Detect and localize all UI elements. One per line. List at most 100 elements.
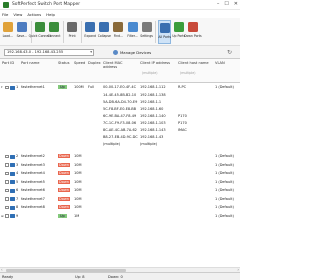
collapse-icon: [99, 22, 110, 32]
client-mac: 5C-F8-BF-E0-E8-BB: [103, 106, 137, 111]
collapse-button[interactable]: Collapse: [98, 20, 112, 44]
col-speed[interactable]: Speed: [74, 61, 85, 65]
client-subrow[interactable]: 14-4E-45-8B-B2-10 192.168.1.138: [0, 93, 240, 99]
port-id: 1: [16, 85, 19, 89]
row-checkbox[interactable]: [5, 180, 9, 184]
close-icon[interactable]: ✕: [234, 1, 238, 7]
row-checkbox[interactable]: [5, 188, 9, 192]
ip-range-input[interactable]: 192.168.43.0 - 192.168.43.255 ▾: [4, 49, 94, 56]
host-filter[interactable]: (multiple): [180, 71, 200, 77]
quick-connect-button[interactable]: Quick Connect: [29, 20, 51, 44]
client-ip: (multiple): [140, 142, 158, 146]
expand-row-icon[interactable]: ⊞: [1, 214, 4, 218]
port-speed: 10M: [74, 196, 82, 201]
row-checkbox[interactable]: [5, 171, 9, 175]
client-subrow[interactable]: 6C-9E-BA-47-F8-49 192.168.1.140 P170: [0, 114, 240, 120]
table-row[interactable]: ⊞ 9 Up 1M 1 (Default): [0, 213, 240, 220]
load-button[interactable]: Load...: [1, 20, 15, 44]
connect-label: Connect: [47, 33, 61, 38]
col-client-mac[interactable]: Client MAC address: [103, 61, 137, 69]
client-host: P170: [178, 120, 187, 125]
client-subrow[interactable]: 8C-AE-4C-AB-7A-62 192.168.1.143 IMAC: [0, 128, 240, 134]
port-icon: [10, 188, 15, 193]
toolbar-separator: [62, 21, 64, 43]
client-mac: 00-00-17-E0-4F-4C: [103, 85, 137, 89]
port-id: 4: [16, 171, 19, 175]
col-duplex[interactable]: Duplex: [88, 61, 101, 65]
toolbar-separator: [155, 21, 157, 43]
menu-help[interactable]: Help: [46, 12, 55, 17]
all-ports-button[interactable]: All Ports: [157, 20, 172, 44]
settings-button[interactable]: Settings: [140, 20, 154, 44]
menu-view[interactable]: View: [13, 12, 22, 17]
col-port-id[interactable]: Port ID: [2, 61, 14, 65]
port-speed: 10M: [74, 171, 82, 175]
table-row[interactable]: 6 fastethernet6 Down 10M 1 (Default): [0, 188, 240, 194]
table-row[interactable]: 8 fastethernet8 Down 10M 1 (Default): [0, 205, 240, 211]
client-subrow[interactable]: B8-27-EB-4D-9C-DC 192.168.1.43: [0, 135, 240, 141]
port-id: 5: [16, 179, 19, 184]
status-up-count: Up: 8: [75, 275, 85, 279]
save-button[interactable]: Save...: [15, 20, 29, 44]
col-port-name[interactable]: Port name: [21, 61, 39, 65]
load-label: Load...: [2, 33, 13, 38]
client-subrow[interactable]: 5C-F8-BF-E0-E8-BB 192.168.1.60: [0, 107, 240, 113]
find-button[interactable]: Find...: [112, 20, 126, 44]
ip-filter[interactable]: (multiple): [142, 71, 162, 77]
table-row[interactable]: ▾ 1 fastethernet1 Up 100M Full 00-00-17-E0-4F-…: [0, 85, 240, 91]
save-label: Save...: [16, 33, 28, 38]
row-checkbox[interactable]: [5, 197, 9, 201]
maximize-icon[interactable]: ☐: [224, 1, 228, 7]
quick-connect-icon: [34, 22, 45, 32]
print-button[interactable]: Print: [65, 20, 79, 44]
row-checkbox[interactable]: [5, 85, 9, 89]
col-vlan[interactable]: VLAN: [215, 61, 225, 65]
client-ip: 192.168.1.112: [140, 85, 166, 89]
port-speed: 1M: [74, 213, 80, 218]
row-checkbox[interactable]: [5, 163, 9, 167]
settings-icon: [141, 22, 152, 32]
down-ports-button[interactable]: Down Ports: [184, 20, 202, 44]
toolbar-separator: [30, 21, 32, 43]
port-duplex: Full: [88, 85, 94, 89]
minimize-icon[interactable]: –: [217, 1, 220, 7]
table-row[interactable]: 5 fastethernet5 Down 10M 1 (Default): [0, 179, 240, 186]
vlan: 1 (Default): [215, 85, 234, 89]
row-checkbox[interactable]: [5, 214, 9, 218]
client-subrow[interactable]: (multiple) (multiple): [0, 142, 240, 148]
up-ports-icon: [173, 22, 184, 32]
table-row[interactable]: 2 fastethernet2 Down 10M 1 (Default): [0, 154, 240, 160]
port-speed: 10M: [74, 188, 82, 192]
row-checkbox[interactable]: [5, 205, 9, 209]
table-row[interactable]: 4 fastethernet4 Down 10M 1 (Default): [0, 171, 240, 177]
menu-actions[interactable]: Actions: [27, 12, 41, 17]
client-host: P170: [178, 113, 187, 118]
col-client-host[interactable]: Client host name: [178, 61, 212, 65]
client-subrow[interactable]: 7C-1C-F9-F3-08-06 192.168.1.103 P170: [0, 121, 240, 127]
filter-button[interactable]: Filter...: [126, 20, 140, 44]
connect-button[interactable]: Connect: [47, 20, 61, 44]
row-checkbox[interactable]: [5, 154, 9, 158]
port-id: 3: [16, 162, 19, 167]
client-host: R-PC: [178, 85, 187, 89]
refresh-icon[interactable]: ↻: [227, 49, 234, 56]
settings-label: Settings: [140, 33, 153, 38]
chevron-down-icon[interactable]: ▾: [90, 50, 92, 56]
col-status[interactable]: Status: [58, 61, 69, 65]
expand-button[interactable]: Expand: [83, 20, 97, 44]
vlan: 1 (Default): [215, 171, 234, 175]
port-icon: [10, 205, 15, 210]
table-row[interactable]: 3 fastethernet3 Down 10M 1 (Default): [0, 162, 240, 169]
manage-devices-button[interactable]: Manage Devices: [113, 49, 151, 56]
up-ports-button[interactable]: Up Ports: [172, 20, 186, 44]
toolbar: Load... Save... Quick Connect Connect Print E…: [0, 18, 240, 46]
menu-file[interactable]: File: [2, 12, 8, 17]
collapse-row-icon[interactable]: ▾: [1, 85, 3, 89]
client-subrow[interactable]: 5A-DB-6A-D4-70-E9 192.168.1.1: [0, 100, 240, 106]
port-speed: 100M: [74, 85, 84, 89]
port-icon: [10, 214, 15, 218]
status-down-count: Down: 0: [108, 275, 123, 279]
table-row[interactable]: 7 fastethernet7 Down 10M 1 (Default): [0, 196, 240, 203]
col-client-ip[interactable]: Client IP address: [140, 61, 174, 65]
client-ip: 192.168.1.43: [140, 134, 164, 139]
